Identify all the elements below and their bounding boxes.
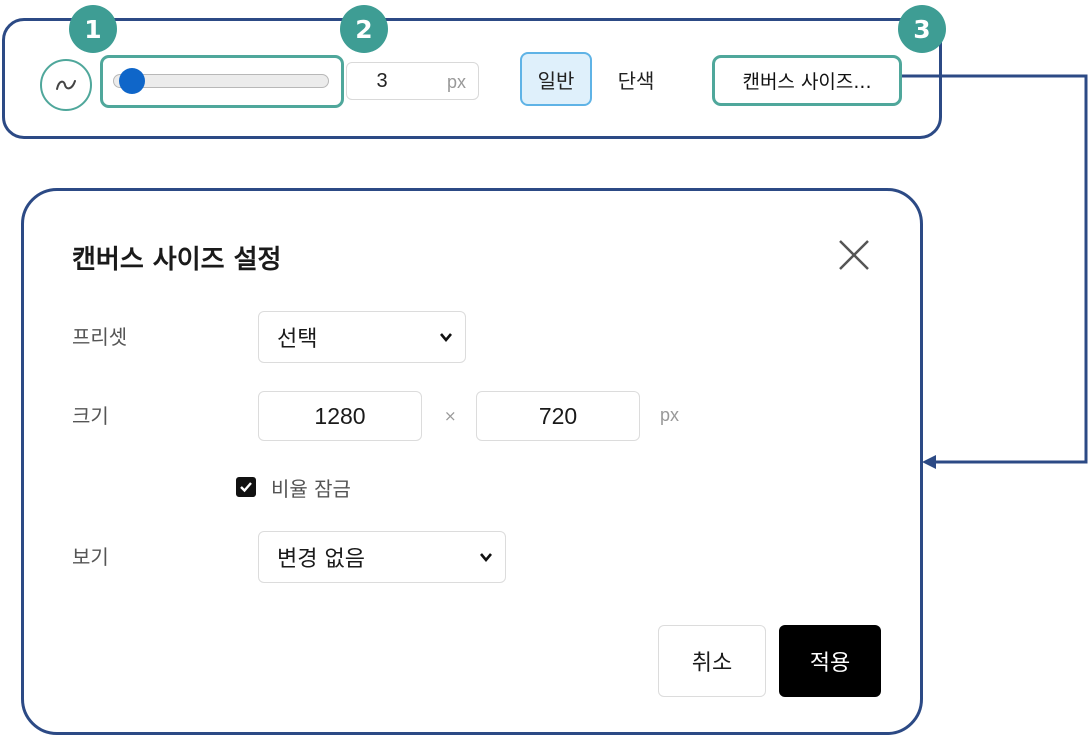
canvas-size-button[interactable]: 캔버스 사이즈... xyxy=(712,55,902,106)
size-label: 크기 xyxy=(72,404,109,428)
stroke-style-button[interactable] xyxy=(40,59,92,111)
preset-label: 프리셋 xyxy=(72,325,128,349)
brush-size-unit: px xyxy=(446,72,466,92)
size-separator: × xyxy=(444,407,457,425)
brush-size-slider-thumb[interactable] xyxy=(118,68,145,94)
mode-normal-button[interactable]: 일반 xyxy=(520,52,592,106)
stroke-wave-icon xyxy=(56,80,76,90)
preset-selected-value: 선택 xyxy=(277,327,318,352)
lock-ratio-checkbox[interactable] xyxy=(236,477,256,497)
brush-size-input[interactable]: 3 px xyxy=(346,62,479,100)
close-button[interactable] xyxy=(834,235,874,275)
brush-size-value: 3 xyxy=(376,70,388,92)
canvas-size-dialog: 캔버스 사이즈 설정 프리셋 선택 크기 1280 × 720 px 비율 잠금… xyxy=(21,188,923,735)
dialog-title: 캔버스 사이즈 설정 xyxy=(72,245,282,275)
callout-badge-2: 2 xyxy=(340,5,388,53)
width-input[interactable]: 1280 xyxy=(258,391,422,441)
height-input[interactable]: 720 xyxy=(476,391,640,441)
apply-button[interactable]: 적용 xyxy=(779,625,881,697)
view-selected-value: 변경 없음 xyxy=(277,547,365,572)
view-label: 보기 xyxy=(72,545,109,569)
view-select[interactable]: 변경 없음 xyxy=(258,531,506,583)
size-unit: px xyxy=(660,405,680,425)
cancel-button[interactable]: 취소 xyxy=(658,625,766,697)
preset-select[interactable]: 선택 xyxy=(258,311,466,363)
close-icon xyxy=(839,240,869,270)
lock-ratio-label: 비율 잠금 xyxy=(271,477,351,501)
brush-size-slider[interactable] xyxy=(113,74,329,88)
callout-badge-3: 3 xyxy=(898,5,946,53)
checkmark-icon xyxy=(240,482,252,493)
mode-mono-button[interactable]: 단색 xyxy=(604,52,668,106)
chevron-down-icon xyxy=(480,553,492,563)
callout-badge-1: 1 xyxy=(69,5,117,53)
brush-size-slider-frame xyxy=(100,55,344,108)
chevron-down-icon xyxy=(440,333,452,343)
